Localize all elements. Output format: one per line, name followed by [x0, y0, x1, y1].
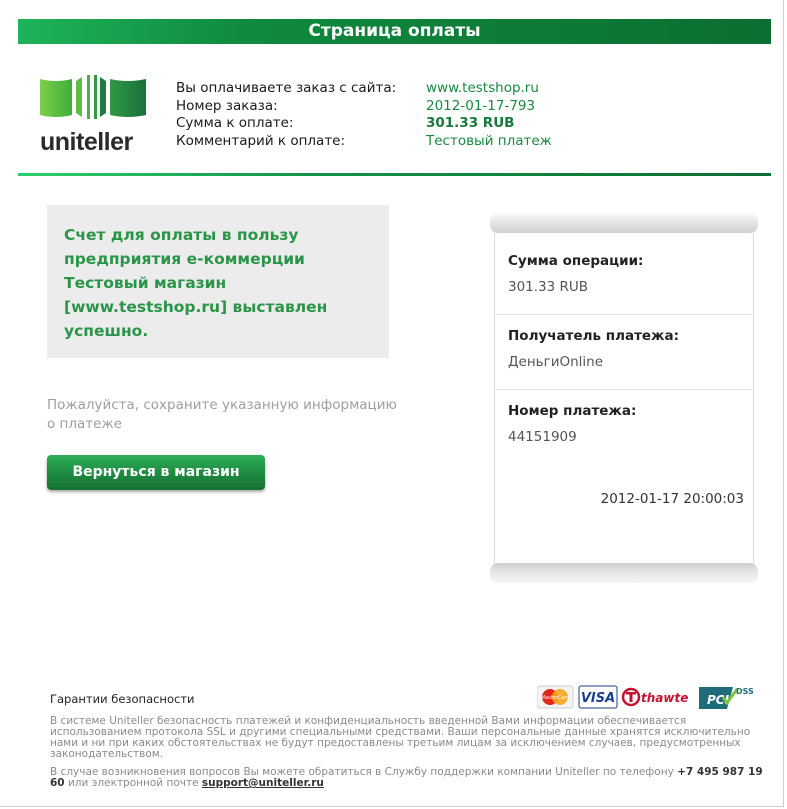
payment-badges: MasterCard VISA thawte PCI DSS [537, 685, 754, 709]
order-number-label: Номер заказа: [176, 97, 278, 114]
header-divider [18, 173, 771, 176]
operation-amount-label: Сумма операции: [508, 253, 644, 269]
comment-value: Тестовый платеж [426, 132, 552, 149]
thawte-icon: thawte [621, 687, 688, 707]
order-info-values: www.testshop.ru 2012-01-17-793 301.33 RU… [426, 80, 552, 150]
receipt-recipient-section: Получатель платежа: ДеньгиOnline [496, 314, 752, 390]
amount-value: 301.33 RUB [426, 115, 515, 131]
visa-icon: VISA [578, 685, 618, 709]
support-text-middle: или электронной почте [67, 777, 199, 789]
site-value: www.testshop.ru [426, 80, 539, 96]
comment-label: Комментарий к оплате: [176, 132, 346, 149]
mastercard-label: MasterCard [541, 695, 571, 701]
site-label: Вы оплачиваете заказ с сайта: [176, 80, 397, 96]
payment-number-label: Номер платежа: [508, 403, 637, 419]
security-title: Гарантии безопасности [50, 692, 195, 706]
page-header: Страница оплаты [18, 19, 771, 44]
recipient-label: Получатель платежа: [508, 328, 679, 344]
receipt-payment-section: Номер платежа: 44151909 [496, 389, 752, 464]
support-text: В случае возникновения вопросов Вы может… [50, 767, 775, 789]
success-notice-text: Счет для оплаты в пользу предприятия е-к… [64, 226, 328, 340]
return-to-shop-button[interactable]: Вернуться в магазин [47, 455, 265, 490]
recipient-value: ДеньгиOnline [508, 354, 604, 370]
thawte-label: thawte [641, 691, 688, 705]
security-text: В системе Uniteller безопасность платеже… [50, 715, 751, 760]
operation-amount-value: 301.33 RUB [508, 279, 589, 295]
page-title: Страница оплаты [308, 21, 481, 41]
receipt-top-roll [490, 213, 758, 233]
order-info-labels: Вы оплачиваете заказ с сайта: Номер зака… [176, 80, 396, 150]
mastercard-icon: MasterCard [537, 685, 574, 709]
save-info-hint: Пожалуйста, сохраните указанную информац… [47, 397, 397, 432]
order-number-value: 2012-01-17-793 [426, 97, 536, 114]
pci-dss-icon: PCI DSS [699, 687, 754, 709]
payment-number-value: 44151909 [508, 429, 577, 445]
dss-label: DSS [736, 687, 754, 696]
receipt-datetime: 2012-01-17 20:00:03 [600, 491, 744, 507]
visa-label: VISA [581, 691, 615, 706]
receipt-amount-section: Сумма операции: 301.33 RUB [496, 233, 752, 315]
receipt-scroll: Сумма операции: 301.33 RUB Получатель пл… [490, 213, 758, 584]
receipt-bottom-roll [490, 563, 758, 583]
success-notice: Счет для оплаты в пользу предприятия е-к… [47, 205, 389, 358]
logo-wordmark: uniteller [40, 128, 133, 156]
amount-label: Сумма к оплате: [176, 115, 294, 131]
support-email-link[interactable]: support@uniteller.ru [202, 777, 324, 789]
